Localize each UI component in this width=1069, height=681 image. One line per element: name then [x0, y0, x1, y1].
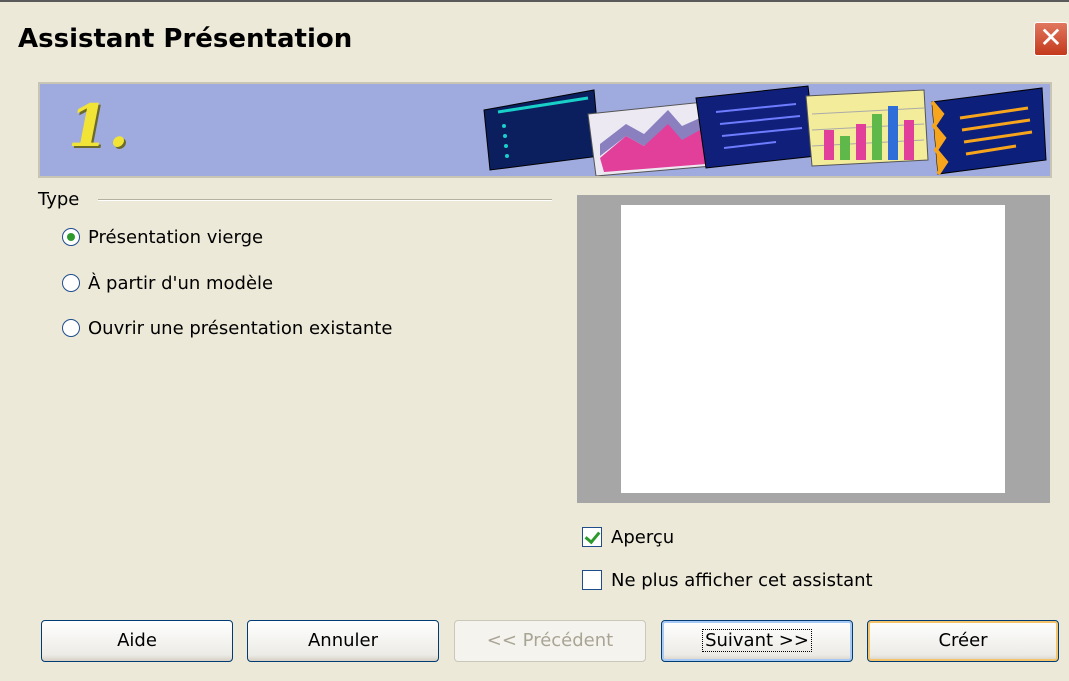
help-button-label: Aide [117, 630, 157, 651]
help-button[interactable]: Aide [41, 620, 233, 662]
slide-bullets-icon [695, 85, 817, 169]
close-button[interactable]: ✕ [1034, 22, 1068, 56]
preview-checkbox[interactable] [582, 527, 602, 547]
no-show-checkbox-label: Ne plus afficher cet assistant [611, 569, 873, 591]
no-show-checkbox-row[interactable]: Ne plus afficher cet assistant [582, 567, 873, 593]
bar-chart-icon [805, 89, 929, 167]
radio-from-template[interactable]: À partir d'un modèle [62, 270, 273, 296]
slide-list-icon [483, 89, 601, 171]
preview-panel [577, 195, 1050, 503]
radio-button-selected[interactable] [62, 228, 80, 246]
close-icon: ✕ [1039, 21, 1063, 54]
radio-label: À partir d'un modèle [88, 272, 274, 294]
radio-label: Ouvrir une présentation existante [88, 317, 393, 339]
radio-button[interactable] [62, 319, 80, 337]
radio-open-existing[interactable]: Ouvrir une présentation existante [62, 315, 392, 341]
create-button-label: Créer [938, 630, 988, 651]
cancel-button[interactable]: Annuler [247, 620, 439, 662]
previous-button-label: << Précédent [486, 630, 614, 651]
preview-checkbox-label: Aperçu [611, 526, 675, 548]
type-group-label: Type [38, 189, 80, 210]
previous-button[interactable]: << Précédent [454, 620, 646, 662]
preview-checkbox-row[interactable]: Aperçu [582, 524, 674, 550]
wizard-banner: 1. [38, 82, 1052, 178]
step-number: 1. [68, 92, 129, 160]
group-divider [98, 199, 552, 201]
create-button[interactable]: Créer [867, 620, 1059, 662]
radio-label: Présentation vierge [88, 226, 264, 248]
cancel-button-label: Annuler [307, 630, 378, 651]
radio-blank-presentation[interactable]: Présentation vierge [62, 224, 263, 250]
next-button[interactable]: Suivant >> [661, 620, 853, 662]
presentation-wizard-dialog: Assistant Présentation ✕ 1. Type Présent… [0, 0, 1069, 681]
slide-thumbnails [483, 85, 1047, 176]
radio-button[interactable] [62, 274, 80, 292]
chart-area-icon [587, 101, 713, 176]
window-title: Assistant Présentation [18, 24, 353, 54]
slide-text-icon [930, 87, 1047, 176]
next-button-label: Suivant >> [702, 629, 812, 652]
preview-slide [621, 205, 1005, 493]
no-show-checkbox[interactable] [582, 570, 602, 590]
title-bar[interactable]: Assistant Présentation ✕ [0, 0, 1069, 80]
